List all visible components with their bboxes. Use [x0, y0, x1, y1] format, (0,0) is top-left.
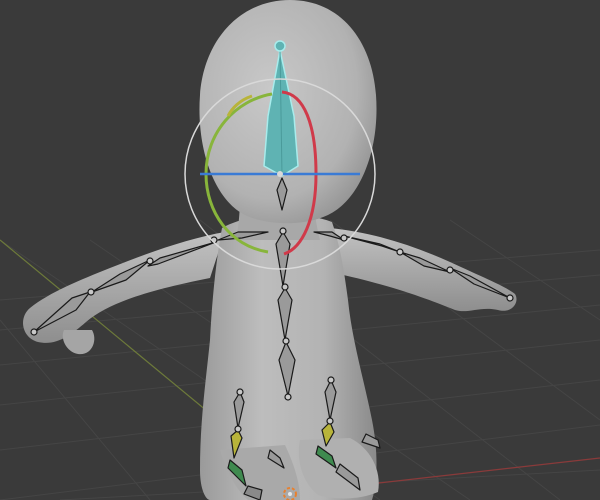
left-wrist-joint[interactable]: [87, 288, 95, 296]
left-knee-joint[interactable]: [234, 425, 242, 433]
right-knee-joint[interactable]: [326, 417, 334, 425]
3d-viewport[interactable]: [0, 0, 600, 500]
spine-joint[interactable]: [281, 283, 289, 291]
right-hip-joint[interactable]: [327, 376, 335, 384]
viewport-canvas[interactable]: [0, 0, 600, 500]
right-shoulder-joint[interactable]: [340, 234, 348, 242]
head-bone-tip[interactable]: [274, 40, 286, 52]
spine-joint[interactable]: [279, 227, 287, 235]
left-hand-tip[interactable]: [30, 328, 38, 336]
gizmo-center[interactable]: [277, 171, 283, 177]
spine-joint[interactable]: [282, 337, 290, 345]
right-elbow-joint[interactable]: [396, 248, 404, 256]
spine-joint[interactable]: [284, 393, 292, 401]
left-hip-joint[interactable]: [236, 388, 244, 396]
right-hand-tip[interactable]: [506, 294, 514, 302]
left-elbow-joint[interactable]: [146, 257, 154, 265]
right-wrist-joint[interactable]: [446, 266, 454, 274]
